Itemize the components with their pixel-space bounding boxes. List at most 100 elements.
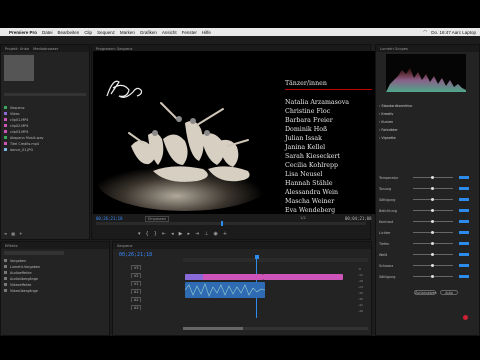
lumetri-slider-knob[interactable] — [431, 220, 434, 223]
program-timecode[interactable]: 00;26;21;18 — [96, 216, 123, 221]
project-item[interactable]: Sequenz — [1, 105, 89, 110]
track-header[interactable]: A3 — [113, 305, 181, 310]
project-item[interactable]: clip01.MP4 — [1, 117, 89, 122]
time-ruler[interactable] — [183, 255, 368, 318]
lumetri-slider-knob[interactable] — [431, 242, 434, 245]
track-label[interactable]: A1 — [131, 289, 142, 294]
menu-app-name[interactable]: Premiere Pro — [9, 30, 37, 35]
track-label[interactable]: V1 — [131, 281, 142, 286]
lumetri-slider-knob[interactable] — [431, 275, 434, 278]
record-icon[interactable] — [463, 315, 468, 320]
auto-button[interactable]: Auto — [440, 290, 458, 295]
play-icon[interactable]: ▶ — [179, 231, 183, 237]
wifi-icon[interactable]: ◠ — [423, 29, 427, 35]
track-label[interactable]: A3 — [131, 305, 142, 310]
tab-mediabrowser[interactable]: Mediabrowser — [33, 47, 58, 51]
tab-program[interactable]: Programm: Sequenz — [96, 47, 132, 51]
track-label[interactable]: A2 — [131, 297, 142, 302]
lumetri-section[interactable]: › Vignette — [379, 135, 477, 140]
lumetri-section[interactable]: › Kurven — [379, 119, 477, 124]
track-header[interactable]: V1 — [113, 281, 181, 286]
reset-button[interactable]: Zurücksetzen — [414, 290, 437, 295]
step-back-icon[interactable]: ◂ — [171, 231, 174, 237]
timeline-scrollbar[interactable] — [183, 327, 368, 330]
effects-folder[interactable]: Lumetri-Vorgaben — [1, 264, 109, 269]
list-view-icon[interactable]: ≡ — [4, 231, 7, 236]
effects-folder[interactable]: Audioübergänge — [1, 276, 109, 281]
menu-item[interactable]: Grafiken — [140, 30, 157, 35]
menu-clock[interactable]: Do. 16:47 Aarc Laptop — [431, 30, 476, 35]
menu-item[interactable]: Fenster — [182, 30, 197, 35]
lumetri-value-field[interactable] — [459, 253, 469, 256]
timeline-scroll-thumb[interactable] — [183, 327, 243, 330]
lumetri-value-field[interactable] — [459, 220, 469, 223]
export-frame-icon[interactable]: ◉ — [214, 231, 218, 237]
new-item-icon[interactable]: + — [19, 231, 22, 236]
lumetri-value-field[interactable] — [459, 198, 469, 201]
in-point-icon[interactable]: { — [146, 231, 149, 237]
lumetri-value-field[interactable] — [459, 176, 469, 179]
track-label[interactable]: V3 — [131, 265, 142, 270]
tab-effects[interactable]: Effekte — [5, 244, 18, 248]
playhead-marker[interactable] — [221, 221, 223, 226]
project-item[interactable]: clip02.MP4 — [1, 123, 89, 128]
project-item[interactable]: dance_01.JPG — [1, 147, 89, 152]
menu-item[interactable]: Hilfe — [202, 30, 211, 35]
lumetri-slider-knob[interactable] — [431, 209, 434, 212]
track-header[interactable]: V3 — [113, 265, 181, 270]
lumetri-value-field[interactable] — [459, 242, 469, 245]
tab-sequence[interactable]: Sequenz — [117, 244, 132, 248]
tab-project[interactable]: Projekt: Unbe — [5, 47, 29, 51]
menu-item[interactable]: Datei — [42, 30, 53, 35]
out-point-icon[interactable]: } — [154, 231, 157, 237]
lumetri-slider-knob[interactable] — [431, 231, 434, 234]
program-scrubber[interactable] — [96, 221, 366, 226]
add-button-icon[interactable]: + — [223, 231, 227, 237]
lumetri-slider-knob[interactable] — [431, 187, 434, 190]
lumetri-value-field[interactable] — [459, 264, 469, 267]
lift-icon[interactable]: ⊥ — [204, 231, 208, 237]
project-item[interactable]: Abspann Musik.wav — [1, 135, 89, 140]
track-header[interactable]: A2 — [113, 297, 181, 302]
effects-folder[interactable]: Audioeffekte — [1, 270, 109, 275]
lumetri-section[interactable]: › Kreativ — [379, 111, 477, 116]
lumetri-slider-knob[interactable] — [431, 253, 434, 256]
project-item[interactable]: clip03.MP4 — [1, 129, 89, 134]
track-header[interactable]: A1 — [113, 289, 181, 294]
lumetri-section[interactable]: › Standardkorrektur — [379, 103, 477, 108]
menu-item[interactable]: Clip — [84, 30, 92, 35]
lumetri-slider-knob[interactable] — [431, 198, 434, 201]
marker-icon[interactable]: ▾ — [138, 231, 141, 237]
project-item[interactable]: Titel Credits.mp4 — [1, 141, 89, 146]
tab-lumetri-scopes[interactable]: Lumetri-Scopes — [380, 47, 408, 51]
lumetri-slider-knob[interactable] — [431, 264, 434, 267]
track-label[interactable]: V2 — [131, 273, 142, 278]
project-search-input[interactable] — [4, 93, 86, 96]
icon-view-icon[interactable]: ▦ — [11, 231, 15, 236]
lumetri-slider-knob[interactable] — [431, 176, 434, 179]
project-thumbnail[interactable] — [4, 55, 34, 81]
menu-item[interactable]: Marken — [120, 30, 135, 35]
effects-folder[interactable]: Vorgaben — [1, 258, 109, 263]
lumetri-value-field[interactable] — [459, 209, 469, 212]
go-to-out-icon[interactable]: ⇥ — [195, 231, 199, 237]
resolution-select[interactable]: 1/2 — [300, 216, 306, 220]
video-clip-title[interactable] — [185, 274, 203, 280]
track-header[interactable]: V2 — [113, 273, 181, 278]
menu-item[interactable]: Bearbeiten — [58, 30, 80, 35]
effects-folder[interactable]: Videoeffekte — [1, 282, 109, 287]
menu-item[interactable]: Ansicht — [162, 30, 177, 35]
effects-search-input[interactable] — [4, 251, 64, 255]
lumetri-value-field[interactable] — [459, 231, 469, 234]
go-to-in-icon[interactable]: ⇤ — [162, 231, 166, 237]
menu-item[interactable]: Sequenz — [97, 30, 115, 35]
lumetri-section[interactable]: › Farbräder — [379, 127, 477, 132]
lumetri-value-field[interactable] — [459, 275, 469, 278]
lumetri-value-field[interactable] — [459, 187, 469, 190]
project-item[interactable]: Video — [1, 111, 89, 116]
step-forward-icon[interactable]: ▸ — [187, 231, 190, 237]
video-clip-credits[interactable] — [263, 274, 343, 280]
video-frame[interactable]: Tänzer/innen Natalia Arzamasova Christine… — [93, 51, 385, 214]
effects-folder[interactable]: Videoübergänge — [1, 288, 109, 293]
timeline-timecode[interactable]: 00;26;21;18 — [119, 252, 152, 258]
